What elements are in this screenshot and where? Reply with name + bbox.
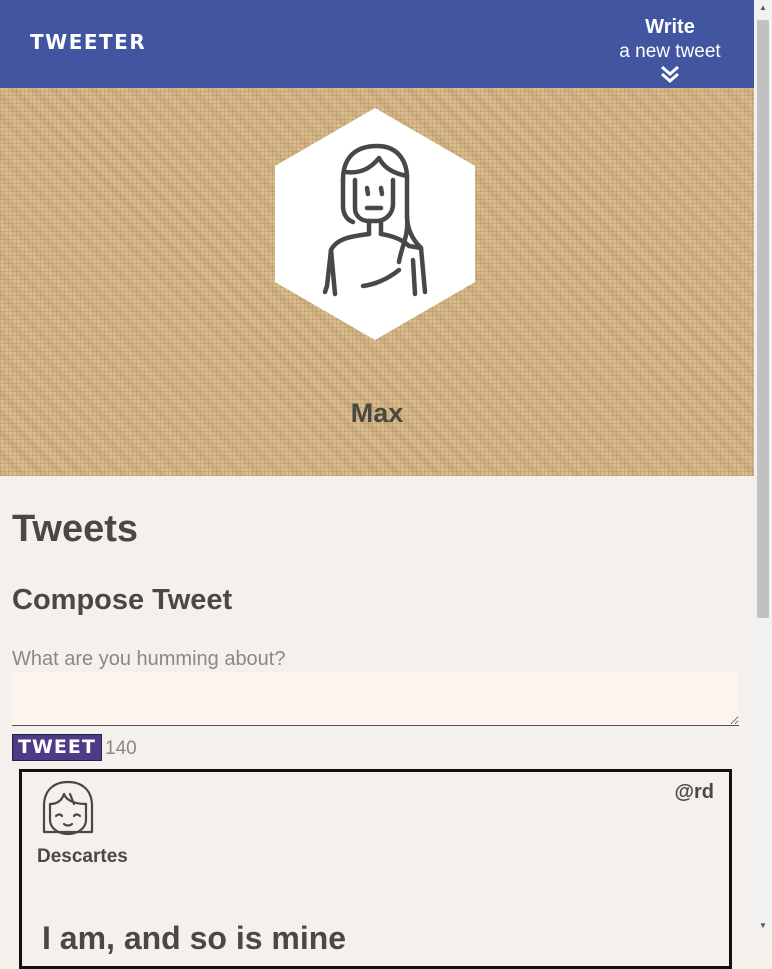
- scroll-up-icon[interactable]: ▲: [759, 3, 767, 12]
- page-scrollbar[interactable]: ▲ ▼: [754, 0, 772, 933]
- scrollbar-thumb[interactable]: [757, 20, 769, 618]
- tweet-submit-button[interactable]: TWEET: [12, 734, 102, 761]
- woman-avatar-icon: [275, 108, 475, 340]
- tweet-author-handle: @rd: [674, 781, 714, 803]
- tweets-heading: Tweets: [12, 508, 139, 550]
- write-new-tweet-button[interactable]: Write a new tweet: [608, 14, 732, 83]
- write-subtitle: a new tweet: [619, 41, 721, 62]
- write-title: Write: [645, 16, 695, 38]
- compose-heading: Compose Tweet: [12, 584, 233, 616]
- tweet-text: I am, and so is mine: [42, 920, 347, 956]
- profile-header: Max: [0, 88, 754, 476]
- tweet-author-name: Descartes: [37, 846, 128, 867]
- top-nav: TWEETER Write a new tweet: [0, 0, 754, 88]
- tweet-card: Descartes @rd I am, and so is mine: [19, 769, 732, 969]
- brand-logo[interactable]: TWEETER: [30, 30, 146, 54]
- tweet-input[interactable]: [12, 672, 739, 726]
- profile-name: Max: [350, 398, 404, 428]
- double-chevron-down-icon: [661, 65, 679, 83]
- compose-label: What are you humming about?: [12, 648, 286, 670]
- girl-avatar-icon: [42, 780, 94, 836]
- scroll-down-icon[interactable]: ▼: [759, 921, 767, 930]
- char-counter: 140: [105, 738, 137, 759]
